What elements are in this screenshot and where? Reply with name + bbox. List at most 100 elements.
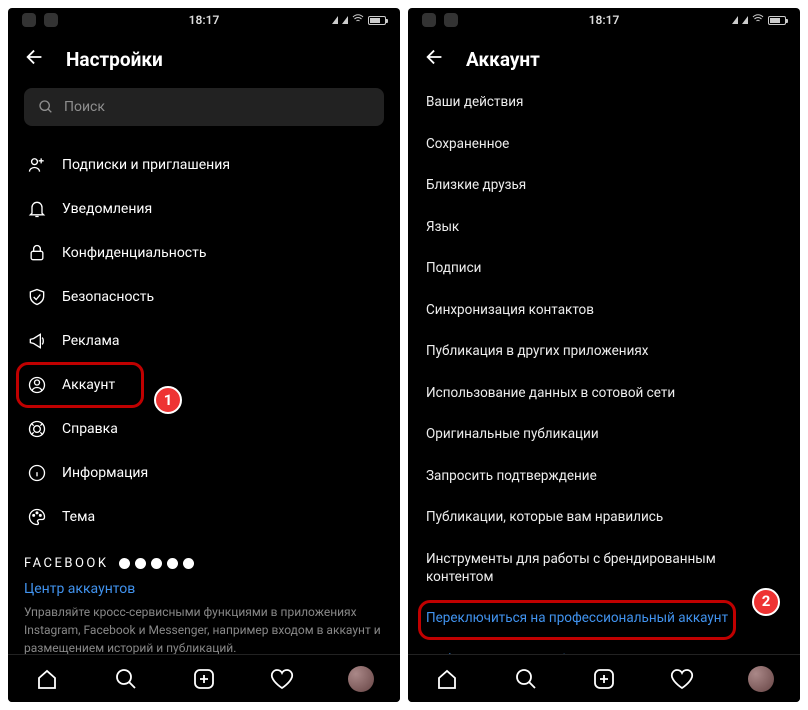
header: Аккаунт — [408, 32, 800, 82]
status-time: 18:17 — [189, 13, 220, 27]
item-label: Сохраненное — [426, 136, 509, 152]
megaphone-icon — [26, 330, 48, 352]
step-badge-2: 2 — [752, 588, 780, 616]
nav-search[interactable] — [113, 666, 139, 692]
menu-label: Справка — [62, 421, 118, 437]
facebook-app-icons — [119, 558, 194, 569]
battery-icon — [768, 16, 786, 25]
account-item-close-friends[interactable]: Близкие друзья — [424, 165, 784, 207]
menu-help[interactable]: Справка — [24, 408, 384, 450]
page-title: Аккаунт — [466, 48, 540, 71]
account-item-captions[interactable]: Подписи — [424, 248, 784, 290]
viber-icon — [422, 13, 436, 27]
bottom-nav — [8, 654, 400, 702]
signal-icon — [342, 16, 348, 24]
person-circle-icon — [26, 374, 48, 396]
menu-notifications[interactable]: Уведомления — [24, 188, 384, 230]
account-item-branded-content[interactable]: Инструменты для работы с брендированным … — [424, 539, 784, 598]
menu-label: Уведомления — [62, 201, 152, 217]
nav-profile[interactable] — [748, 666, 774, 692]
account-item-saved[interactable]: Сохраненное — [424, 124, 784, 166]
item-label: Ваши действия — [426, 94, 523, 110]
page-title: Настройки — [66, 48, 163, 71]
menu-security[interactable]: Безопасность — [24, 276, 384, 318]
account-screen: 18:17 Аккаунт Ваши действия Сохраненное … — [408, 8, 800, 702]
accounts-center-description: Управляйте кросс-сервисными функциями в … — [24, 603, 384, 654]
item-label: Близкие друзья — [426, 177, 526, 193]
nav-home[interactable] — [34, 666, 60, 692]
signal-icon — [332, 16, 338, 24]
account-item-switch-professional[interactable]: Переключиться на профессиональный аккаун… — [424, 598, 784, 640]
search-input[interactable]: Поиск — [24, 88, 384, 126]
menu-label: Аккаунт — [62, 377, 115, 393]
facebook-logo: FACEBOOK — [24, 556, 109, 571]
viber-icon — [44, 13, 58, 27]
account-item-contacts-sync[interactable]: Синхронизация контактов — [424, 290, 784, 332]
person-plus-icon — [26, 154, 48, 176]
facebook-section: FACEBOOK Центр аккаунтов Управляйте крос… — [24, 556, 384, 654]
info-icon — [26, 462, 48, 484]
menu-label: Подписки и приглашения — [62, 157, 230, 173]
status-time: 18:17 — [589, 13, 620, 27]
item-label: Использование данных в сотовой сети — [426, 385, 675, 401]
back-button[interactable] — [424, 46, 446, 72]
account-item-cellular-data[interactable]: Использование данных в сотовой сети — [424, 373, 784, 415]
bottom-nav — [408, 654, 800, 702]
item-label: Запросить подтверждение — [426, 468, 597, 484]
menu-theme[interactable]: Тема — [24, 496, 384, 538]
menu-privacy[interactable]: Конфиденциальность — [24, 232, 384, 274]
settings-screen: 18:17 Настройки Поиск Подписки и приглаш… — [8, 8, 400, 702]
step-badge-1: 1 — [154, 386, 182, 414]
item-label: Подписи — [426, 260, 481, 276]
menu-account[interactable]: Аккаунт 1 — [24, 364, 384, 406]
nav-create[interactable] — [191, 666, 217, 692]
item-label: Переключиться на профессиональный аккаун… — [426, 610, 728, 626]
account-menu: Ваши действия Сохраненное Близкие друзья… — [424, 82, 784, 654]
item-label: Язык — [426, 219, 459, 235]
menu-label: Информация — [62, 465, 148, 481]
menu-ads[interactable]: Реклама — [24, 320, 384, 362]
nav-profile[interactable] — [348, 666, 374, 692]
nav-create[interactable] — [591, 666, 617, 692]
item-label: Публикация в других приложениях — [426, 343, 648, 359]
viber-icon — [444, 13, 458, 27]
wifi-icon — [752, 13, 764, 28]
shield-icon — [26, 286, 48, 308]
header: Настройки — [8, 32, 400, 82]
menu-label: Безопасность — [62, 289, 154, 305]
item-label: Синхронизация контактов — [426, 302, 594, 318]
menu-label: Реклама — [62, 333, 119, 349]
menu-label: Тема — [62, 509, 95, 525]
nav-search[interactable] — [513, 666, 539, 692]
account-item-activity[interactable]: Ваши действия — [424, 82, 784, 124]
lifebuoy-icon — [26, 418, 48, 440]
accounts-center-link[interactable]: Центр аккаунтов — [24, 571, 384, 603]
item-label: Инструменты для работы с брендированным … — [426, 551, 716, 585]
settings-menu: Подписки и приглашения Уведомления Конфи… — [24, 144, 384, 538]
viber-icon — [22, 13, 36, 27]
signal-icon — [732, 16, 738, 24]
nav-activity[interactable] — [269, 666, 295, 692]
status-bar: 18:17 — [8, 8, 400, 32]
account-item-request-verification[interactable]: Запросить подтверждение — [424, 456, 784, 498]
battery-icon — [368, 16, 386, 25]
account-item-liked-posts[interactable]: Публикации, которые вам нравились — [424, 497, 784, 539]
menu-follow-invite[interactable]: Подписки и приглашения — [24, 144, 384, 186]
account-item-language[interactable]: Язык — [424, 207, 784, 249]
item-label: Оригинальные публикации — [426, 426, 599, 442]
search-icon — [38, 99, 54, 115]
nav-activity[interactable] — [669, 666, 695, 692]
account-item-original-posts[interactable]: Оригинальные публикации — [424, 414, 784, 456]
wifi-icon — [352, 13, 364, 28]
nav-home[interactable] — [434, 666, 460, 692]
menu-about[interactable]: Информация — [24, 452, 384, 494]
palette-icon — [26, 506, 48, 528]
lock-icon — [26, 242, 48, 264]
account-item-add-professional[interactable]: Добавить новый профессиональный аккаунт — [424, 640, 784, 654]
back-button[interactable] — [24, 46, 46, 72]
menu-label: Конфиденциальность — [62, 245, 206, 261]
item-label: Добавить новый профессиональный аккаунт — [426, 652, 715, 654]
bell-icon — [26, 198, 48, 220]
status-bar: 18:17 — [408, 8, 800, 32]
account-item-sharing[interactable]: Публикация в других приложениях — [424, 331, 784, 373]
